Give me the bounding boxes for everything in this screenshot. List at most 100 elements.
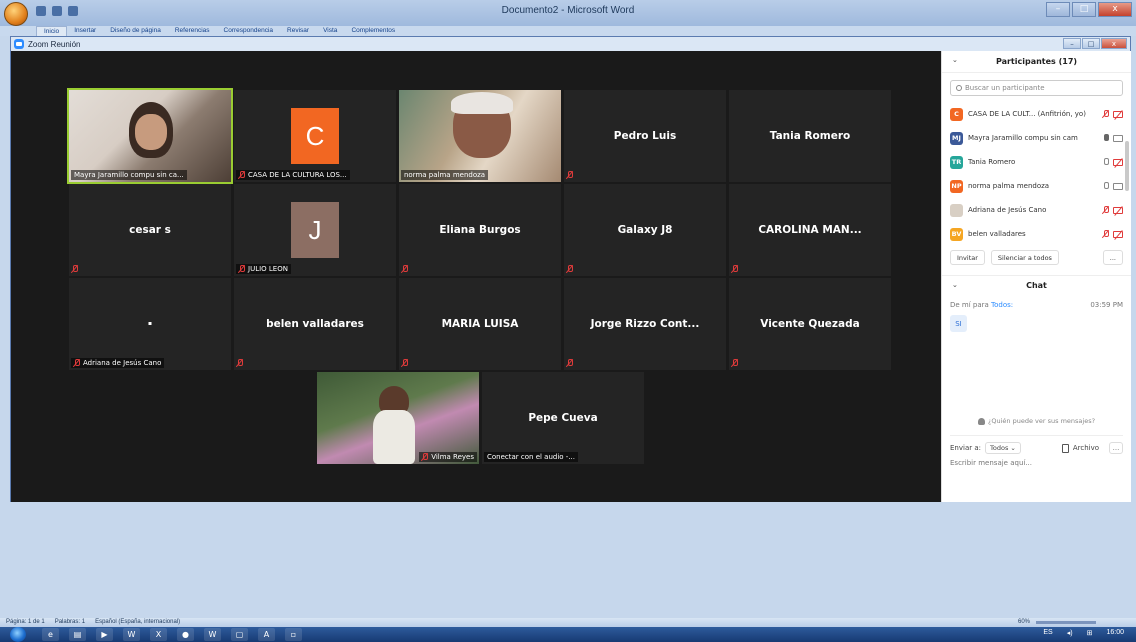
zoom-maximize-button[interactable]: □	[1082, 38, 1100, 49]
word-task-icon[interactable]: W	[204, 628, 221, 641]
avatar: MJ	[950, 131, 963, 145]
participants-header: ⌄ Participantes (17)	[942, 51, 1131, 73]
minimize-button[interactable]: –	[1046, 2, 1070, 17]
explorer-icon[interactable]: ▤	[69, 628, 86, 641]
mic-muted-icon[interactable]	[1103, 110, 1109, 118]
video-tile[interactable]: norma palma mendoza	[399, 90, 561, 182]
video-tile[interactable]: belen valladares	[234, 278, 396, 370]
mic-muted-icon[interactable]	[1103, 230, 1109, 238]
tab-diseno[interactable]: Diseño de página	[103, 26, 168, 36]
tab-correspondencia[interactable]: Correspondencia	[217, 26, 281, 36]
tab-insertar[interactable]: Insertar	[67, 26, 103, 36]
camera-icon[interactable]	[1113, 182, 1123, 190]
maximize-button[interactable]: □	[1072, 2, 1096, 17]
ie-icon[interactable]: e	[42, 628, 59, 641]
zoom-close-button[interactable]: x	[1101, 38, 1127, 49]
participant-name: belen valladares	[968, 230, 1026, 238]
camera-off-icon[interactable]	[1113, 158, 1123, 166]
ribbon-tabs: Inicio Insertar Diseño de página Referen…	[0, 26, 1136, 36]
mic-muted-icon	[567, 359, 573, 367]
language-indicator[interactable]: ES	[1043, 629, 1052, 637]
participant-row[interactable]: C CASA DE LA CULT... (Anfitrión, yo)	[950, 102, 1123, 126]
participant-row[interactable]: Adriana de Jesús Cano	[950, 198, 1123, 222]
video-tile[interactable]: Adriana de Jesús Cano	[69, 278, 231, 370]
video-tile[interactable]: CAROLINA MAN...	[729, 184, 891, 276]
mic-muted-icon	[732, 359, 738, 367]
video-tile[interactable]: Vilma Reyes	[317, 372, 479, 464]
video-tile[interactable]: C CASA DE LA CULTURA LOS...	[234, 90, 396, 182]
word-icon[interactable]: W	[123, 628, 140, 641]
participant-scrollbar[interactable]	[1125, 141, 1129, 191]
file-button[interactable]: Archivo	[1061, 443, 1099, 453]
invite-button[interactable]: Invitar	[950, 250, 985, 265]
chat-recipient[interactable]: Todos:	[991, 301, 1013, 309]
tab-referencias[interactable]: Referencias	[168, 26, 217, 36]
video-tile[interactable]: Galaxy J8	[564, 184, 726, 276]
zoom-slider[interactable]	[1036, 620, 1096, 624]
participant-name: norma palma mendoza	[968, 182, 1050, 190]
mic-icon[interactable]	[1103, 158, 1109, 166]
volume-icon[interactable]: ◂)	[1067, 629, 1073, 637]
zoom-meeting-window: Zoom Reunión – □ x Mayra Jaramillo compu…	[10, 36, 1131, 502]
app-icon[interactable]: ▫	[285, 628, 302, 641]
tab-complementos[interactable]: Complementos	[344, 26, 402, 36]
mute-all-button[interactable]: Silenciar a todos	[990, 250, 1059, 265]
camera-off-icon[interactable]	[1113, 230, 1123, 238]
chevron-down-icon[interactable]: ⌄	[952, 56, 958, 64]
search-icon	[956, 85, 962, 91]
clock[interactable]: 16:00	[1106, 629, 1124, 637]
close-button[interactable]: x	[1098, 2, 1132, 17]
word-window-controls: – □ x	[1046, 2, 1132, 17]
chevron-down-icon[interactable]: ⌄	[952, 281, 958, 289]
status-words[interactable]: Palabras: 1	[55, 619, 85, 625]
zoom-minimize-button[interactable]: –	[1063, 38, 1081, 49]
video-tile[interactable]: Jorge Rizzo Cont...	[564, 278, 726, 370]
zoom-task-icon[interactable]: ▢	[231, 628, 248, 641]
taskbar: e ▤ ▶ W X ● W ▢ A ▫ ES ◂) ⊞ 16:00	[0, 627, 1136, 642]
who-can-see-link[interactable]: ¿Quién puede ver sus mensajes?	[942, 417, 1131, 425]
participant-row[interactable]: TR Tania Romero	[950, 150, 1123, 174]
camera-off-icon[interactable]	[1113, 110, 1123, 118]
more-options-button[interactable]: ...	[1109, 442, 1123, 454]
tab-revisar[interactable]: Revisar	[280, 26, 316, 36]
video-tile[interactable]: Vicente Quezada	[729, 278, 891, 370]
mic-muted-icon	[239, 171, 245, 179]
start-button[interactable]	[10, 627, 26, 642]
status-language[interactable]: Español (España, internacional)	[95, 619, 180, 625]
participant-name: CASA DE LA CULT... (Anfitrión, yo)	[968, 110, 1086, 118]
video-tile[interactable]: Pedro Luis	[564, 90, 726, 182]
zoom-level[interactable]: 60%	[1018, 619, 1030, 625]
avatar: BV	[950, 227, 963, 241]
video-tile[interactable]: MARIA LUISA	[399, 278, 561, 370]
participant-row[interactable]: NP norma palma mendoza	[950, 174, 1123, 198]
mic-muted-icon[interactable]	[1103, 206, 1109, 214]
chrome-icon[interactable]: ●	[177, 628, 194, 641]
video-tile[interactable]: J JULIO LEON	[234, 184, 396, 276]
mic-icon[interactable]	[1103, 182, 1109, 190]
message-input[interactable]: Escribir mensaje aquí...	[950, 459, 1032, 467]
video-tile[interactable]: Tania Romero	[729, 90, 891, 182]
media-player-icon[interactable]: ▶	[96, 628, 113, 641]
participant-list: C CASA DE LA CULT... (Anfitrión, yo) MJ …	[942, 102, 1131, 246]
tab-inicio[interactable]: Inicio	[36, 26, 68, 36]
camera-off-icon[interactable]	[1113, 206, 1123, 214]
participant-row[interactable]: BV belen valladares	[950, 222, 1123, 246]
participant-row[interactable]: MJ Mayra Jaramillo compu sin cam	[950, 126, 1123, 150]
video-tile[interactable]: Mayra Jaramillo compu sin ca...	[67, 88, 233, 184]
status-page[interactable]: Página: 1 de 1	[6, 619, 45, 625]
tile-name-label: Adriana de Jesús Cano	[71, 358, 165, 368]
mic-icon[interactable]	[1103, 134, 1109, 142]
tab-vista[interactable]: Vista	[316, 26, 344, 36]
network-icon[interactable]: ⊞	[1087, 629, 1093, 637]
video-tile[interactable]: Eliana Burgos	[399, 184, 561, 276]
send-to-dropdown[interactable]: Todos ⌄	[985, 442, 1021, 454]
participant-search-input[interactable]: Buscar un participante	[950, 80, 1123, 96]
more-button[interactable]: ...	[1102, 250, 1123, 265]
video-tile[interactable]: cesar s	[69, 184, 231, 276]
file-label: Archivo	[1072, 444, 1099, 452]
chat-message: SI	[950, 315, 967, 332]
pdf-icon[interactable]: A	[258, 628, 275, 641]
video-tile[interactable]: Pepe Cueva Conectar con el audio -...	[482, 372, 644, 464]
camera-icon[interactable]	[1113, 134, 1123, 142]
excel-icon[interactable]: X	[150, 628, 167, 641]
